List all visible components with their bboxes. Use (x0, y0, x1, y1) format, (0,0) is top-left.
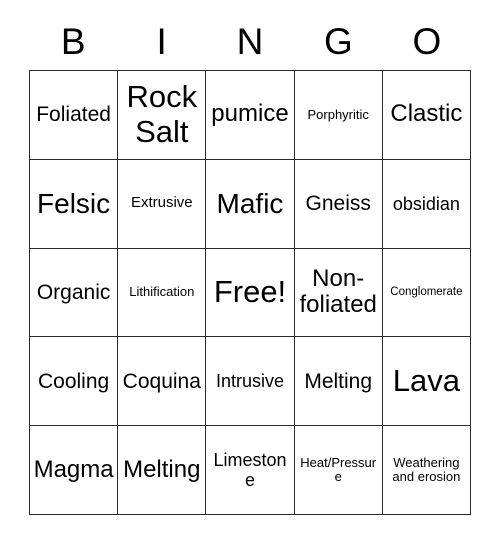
bingo-cell-label: obsidian (392, 193, 460, 214)
bingo-cell-g1[interactable]: Porphyritic (294, 71, 383, 160)
bingo-cell-n5[interactable]: Limestone (206, 426, 295, 515)
bingo-cell-label: Intrusive (215, 371, 284, 392)
bingo-header-row: B I N G O (29, 14, 471, 68)
bingo-cell-i1[interactable]: Rock Salt (118, 71, 207, 160)
bingo-cell-label: Conglomerate (390, 286, 463, 299)
bingo-cell-label: Mafic (216, 188, 284, 220)
bingo-cell-label: Non-foliated (299, 264, 377, 319)
bingo-cell-label: Rock Salt (126, 79, 198, 149)
bingo-cell-o3[interactable]: Conglomerate (382, 248, 471, 338)
bingo-cell-label: Lava (392, 362, 460, 398)
bingo-header-letter-g: G (324, 20, 353, 62)
bingo-card: B I N G O Foliated Rock Salt pumice Porp… (0, 0, 500, 544)
bingo-grid: Foliated Rock Salt pumice Porphyritic Cl… (29, 70, 471, 515)
bingo-cell-label: Heat/Pressure (300, 454, 377, 485)
bingo-cell-b1[interactable]: Foliated (30, 71, 119, 160)
bingo-cell-label: Foliated (36, 103, 111, 127)
bingo-cell-b3[interactable]: Organic (30, 248, 119, 338)
bingo-header-letter-o: O (412, 20, 442, 62)
bingo-cell-label: Weathering and erosion (392, 454, 461, 485)
bingo-header-letter-b: B (60, 20, 86, 62)
bingo-free-space-label: Free! (213, 274, 287, 310)
bingo-cell-free-space[interactable]: Free! (206, 248, 295, 338)
bingo-cell-label: Clastic (390, 100, 463, 128)
bingo-cell-label: Melting (304, 369, 373, 393)
bingo-cell-label: Organic (36, 280, 111, 304)
bingo-cell-b5[interactable]: Magma (30, 426, 119, 515)
bingo-cell-b2[interactable]: Felsic (30, 159, 119, 249)
bingo-cell-o1[interactable]: Clastic (382, 71, 471, 160)
bingo-cell-o5[interactable]: Weathering and erosion (382, 426, 471, 515)
bingo-cell-g2[interactable]: Gneiss (294, 159, 383, 249)
bingo-cell-label: pumice (211, 100, 289, 128)
bingo-cell-g4[interactable]: Melting (294, 337, 383, 427)
bingo-cell-o4[interactable]: Lava (382, 337, 471, 427)
bingo-cell-label: Cooling (37, 369, 110, 393)
bingo-header-letter-n: N (236, 20, 264, 62)
bingo-cell-label: Felsic (37, 188, 111, 220)
bingo-cell-n2[interactable]: Mafic (206, 159, 295, 249)
bingo-cell-label: Coquina (122, 369, 201, 393)
bingo-cell-label: Extrusive (130, 194, 193, 212)
bingo-cell-g5[interactable]: Heat/Pressure (294, 426, 383, 515)
bingo-cell-i5[interactable]: Melting (118, 426, 207, 515)
bingo-cell-n4[interactable]: Intrusive (206, 337, 295, 427)
bingo-header-letter-i: I (156, 20, 167, 62)
bingo-cell-label: Lithification (129, 284, 195, 300)
bingo-cell-label: Limestone (213, 449, 287, 491)
bingo-cell-label: Porphyritic (307, 106, 369, 122)
bingo-cell-label: Melting (123, 455, 201, 483)
bingo-cell-b4[interactable]: Cooling (30, 337, 119, 427)
bingo-cell-i3[interactable]: Lithification (118, 248, 207, 338)
bingo-cell-n1[interactable]: pumice (206, 71, 295, 160)
bingo-cell-label: Magma (33, 455, 114, 483)
bingo-cell-label: Gneiss (305, 191, 371, 215)
bingo-cell-g3[interactable]: Non-foliated (294, 248, 383, 338)
bingo-cell-i4[interactable]: Coquina (118, 337, 207, 427)
bingo-cell-o2[interactable]: obsidian (382, 159, 471, 249)
bingo-cell-i2[interactable]: Extrusive (118, 159, 207, 249)
